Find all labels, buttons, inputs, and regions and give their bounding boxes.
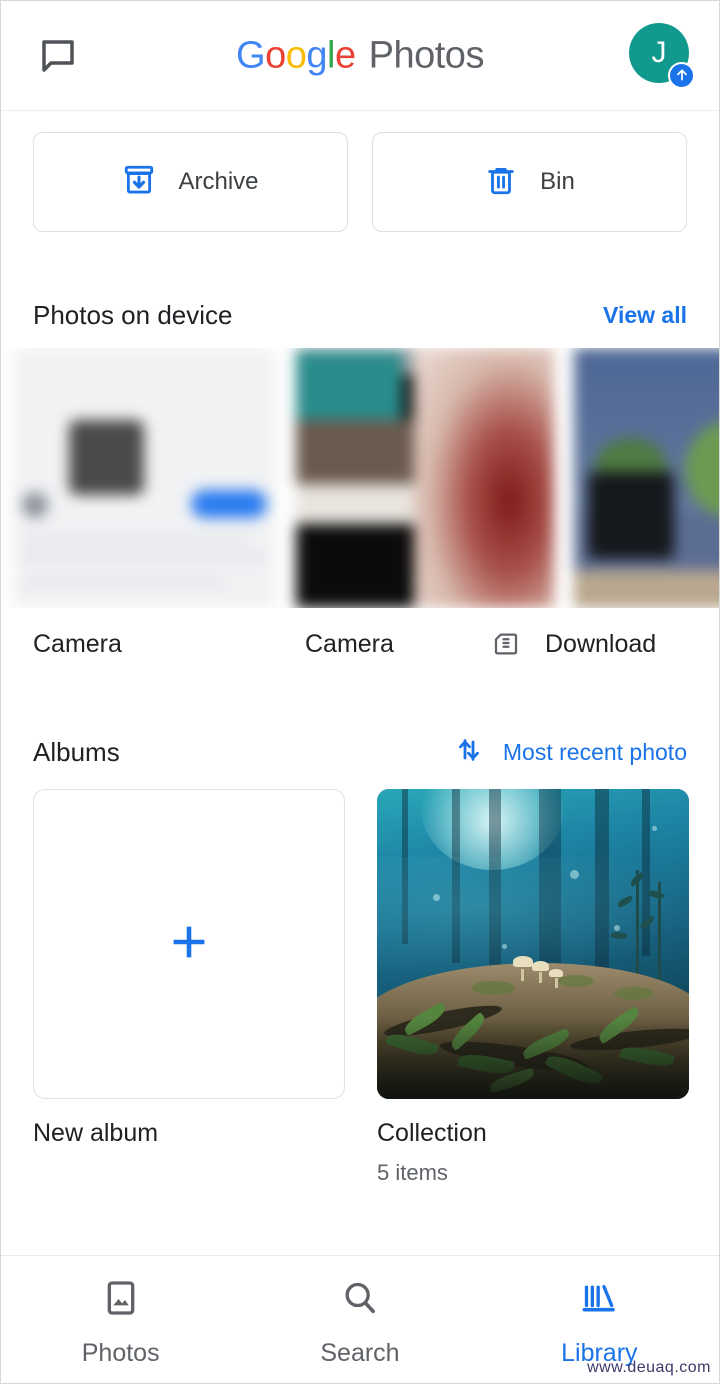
sort-arrows-icon: [453, 734, 485, 771]
nav-tab-search[interactable]: Search: [240, 1278, 479, 1368]
album-card-collection[interactable]: Collection 5 items: [377, 789, 689, 1186]
upload-arrow-icon: [668, 61, 695, 89]
nav-label-photos: Photos: [81, 1339, 160, 1367]
archive-box-down-arrow-icon: [122, 163, 156, 202]
device-photos-strip[interactable]: [1, 348, 719, 608]
device-folder-labels: Camera Camera Download: [1, 622, 719, 666]
logo-letter-g1: G: [236, 34, 266, 76]
logo-letter-l: l: [327, 34, 335, 76]
logo-letter-o2: o: [285, 34, 307, 76]
logo-letter-g2: g: [306, 34, 328, 76]
logo-letter-o1: o: [265, 34, 286, 76]
bin-label: Bin: [540, 168, 575, 195]
folder-label[interactable]: Camera: [33, 630, 305, 659]
albums-sort-label: Most recent photo: [502, 739, 687, 765]
scroll-content: Archive Bin Photos on device View all Ca…: [1, 111, 719, 1255]
photos-on-device-header: Photos on device View all: [1, 300, 719, 331]
view-all-link[interactable]: View all: [603, 302, 687, 329]
album-title: New album: [33, 1119, 159, 1147]
chat-bubble-icon[interactable]: [35, 33, 81, 79]
album-item-count: 5 items: [377, 1160, 448, 1185]
folder-label[interactable]: Download: [545, 630, 656, 659]
new-album-tile[interactable]: [33, 789, 345, 1099]
device-photo-thumbnail[interactable]: [296, 348, 554, 608]
magnifier-search-icon: [340, 1278, 380, 1323]
logo-product-name: Photos: [368, 34, 485, 76]
device-photo-thumbnail[interactable]: [13, 348, 276, 608]
nav-tab-photos[interactable]: Photos: [1, 1278, 240, 1368]
album-cover-thumbnail[interactable]: [377, 789, 689, 1099]
image-photo-icon: [101, 1278, 141, 1323]
archive-button[interactable]: Archive: [33, 132, 348, 232]
trash-bin-icon: [484, 163, 518, 202]
quick-actions-row: Archive Bin: [1, 111, 719, 232]
folder-label[interactable]: Camera: [305, 630, 491, 659]
device-photo-thumbnail[interactable]: [574, 348, 719, 608]
nav-label-search: Search: [320, 1339, 400, 1367]
watermark: www.deuaq.com: [587, 1359, 711, 1376]
photos-on-device-title: Photos on device: [33, 300, 233, 330]
account-avatar-button[interactable]: J: [629, 22, 695, 89]
bin-button[interactable]: Bin: [372, 132, 687, 232]
album-title: Collection: [377, 1119, 487, 1147]
avatar-initial: J: [651, 35, 667, 69]
albums-header: Albums Most recent photo: [1, 734, 719, 771]
archive-label: Archive: [178, 168, 259, 195]
library-books-icon: [579, 1278, 619, 1323]
sd-card-icon: [491, 629, 521, 659]
app-header: G o o g l e Photos J: [1, 1, 719, 111]
albums-grid: New album Collection 5 items: [1, 771, 719, 1186]
plus-icon: [164, 917, 214, 972]
albums-title: Albums: [33, 737, 120, 767]
nav-tab-library[interactable]: Library: [480, 1278, 719, 1368]
albums-sort-button[interactable]: Most recent photo: [453, 734, 687, 771]
album-card-new[interactable]: New album: [33, 789, 345, 1186]
page-title: G o o g l e Photos: [236, 34, 484, 77]
logo-letter-e: e: [334, 34, 356, 76]
google-photos-library-screen: G o o g l e Photos J Archive Bin Photos …: [0, 0, 720, 1384]
